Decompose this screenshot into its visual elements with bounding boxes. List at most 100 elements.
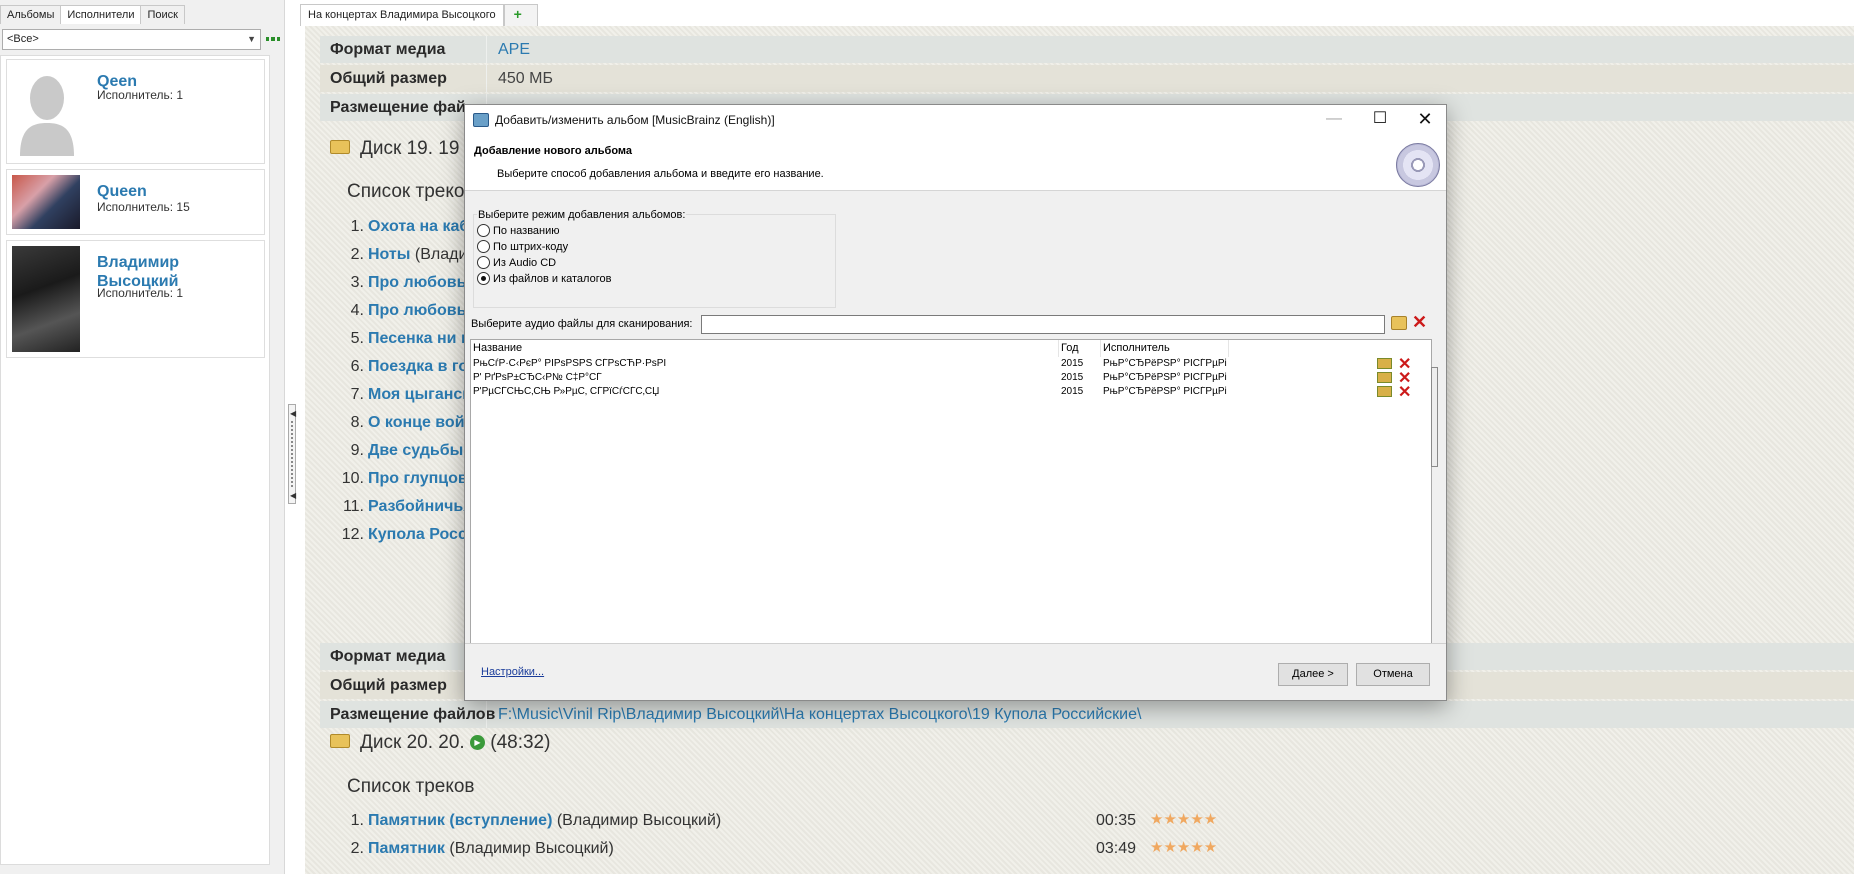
- play-icon[interactable]: ▶: [469, 735, 485, 751]
- prop-value[interactable]: APE: [498, 41, 530, 59]
- folder-icon: [330, 139, 350, 154]
- prop-row-location: Размещение файлов F:\Music\Vinil Rip\Вла…: [320, 701, 1854, 728]
- next-button[interactable]: Далее >: [1278, 663, 1348, 686]
- column-header-artist[interactable]: Исполнитель: [1101, 340, 1229, 357]
- track-title[interactable]: Про любовь: [368, 274, 466, 291]
- settings-link[interactable]: Настройки...: [481, 666, 544, 678]
- radio-from-files[interactable]: Из файлов и каталогов: [477, 272, 611, 285]
- track-number: 9.: [350, 442, 364, 459]
- prop-value[interactable]: F:\Music\Vinil Rip\Владимир Высоцкий\На …: [498, 706, 1141, 724]
- disc-title: Диск 19. 19: [360, 138, 460, 159]
- edit-icon[interactable]: [1377, 386, 1392, 397]
- rating-stars[interactable]: ★★★★★: [1150, 810, 1217, 828]
- folder-icon: [330, 733, 350, 748]
- track-title[interactable]: Ноты: [368, 246, 410, 263]
- track-title[interactable]: Памятник: [368, 840, 445, 857]
- delete-icon[interactable]: ✕: [1398, 382, 1411, 402]
- track-number: 6.: [350, 358, 364, 375]
- track-title[interactable]: О конце войн: [368, 414, 474, 431]
- track-title[interactable]: Охота на каб: [368, 218, 469, 235]
- file-table: Название Год Исполнитель РњСѓР·С‹РєР° РІ…: [470, 339, 1432, 644]
- file-row[interactable]: Р' РґРѕР±СЂС‹Р№ С‡Р°СЃ 2015 РњР°СЂРёРЅР° Р…: [471, 370, 1411, 387]
- track-title[interactable]: Памятник (вступление): [368, 812, 552, 829]
- artist-list: Qeen Исполнитель: 1 Queen Исполнитель: 1…: [0, 55, 270, 865]
- scrollbar[interactable]: [1431, 367, 1438, 467]
- edit-icon[interactable]: [1377, 358, 1392, 369]
- track-row[interactable]: 8. О конце войн: [340, 414, 475, 432]
- track-title[interactable]: Поездка в го: [368, 358, 468, 375]
- track-row[interactable]: 10. Про глупцов: [340, 470, 468, 488]
- track-row[interactable]: 2. Ноты (Влади: [340, 246, 468, 264]
- file-artist: РњР°СЂРёРЅР° РІСЃРµРіРґР°...: [1103, 372, 1227, 383]
- track-title[interactable]: Песенка ни п: [368, 330, 471, 347]
- track-duration: 00:35: [1096, 812, 1137, 829]
- radio-by-title[interactable]: По названию: [477, 224, 560, 237]
- radio-label: По названию: [493, 224, 560, 237]
- dialog-titlebar[interactable]: Добавить/изменить альбом [MusicBrainz (E…: [465, 105, 1446, 135]
- more-options-icon[interactable]: [266, 37, 280, 43]
- radio-audio-cd[interactable]: Из Audio CD: [477, 256, 556, 269]
- clear-icon[interactable]: ✕: [1412, 312, 1427, 332]
- track-title[interactable]: Про глупцов: [368, 470, 468, 487]
- singer-photo: [12, 246, 80, 352]
- file-row[interactable]: Р'РµСЃСЊС‚СЊ Р»РµС‚ СЃРїСѓСЃС‚СЏ 2015 РњР°…: [471, 382, 1411, 402]
- tab-artists[interactable]: Исполнители: [60, 5, 142, 24]
- add-tab-button[interactable]: +: [503, 4, 538, 26]
- prop-key: Общий размер: [330, 70, 447, 87]
- rating-stars[interactable]: ★★★★★: [1150, 838, 1217, 856]
- track-title[interactable]: Разбойничья: [368, 498, 473, 515]
- radio-by-barcode[interactable]: По штрих-коду: [477, 240, 568, 253]
- scan-path-input[interactable]: [701, 315, 1385, 334]
- artist-name: Queen: [97, 183, 147, 200]
- radio-label: Из файлов и каталогов: [493, 272, 612, 285]
- track-row[interactable]: 11. Разбойничья: [340, 498, 473, 516]
- track-number: 12.: [341, 526, 364, 543]
- track-number: 4.: [350, 302, 364, 319]
- track-row[interactable]: 4. Про любовь: [340, 302, 467, 320]
- maximize-button[interactable]: ☐: [1357, 105, 1403, 135]
- avatar-placeholder: [12, 68, 82, 156]
- tracklist-title: Список треков: [347, 776, 475, 797]
- track-row[interactable]: 2. Памятник (Владимир Высоцкий): [340, 840, 614, 858]
- track-title[interactable]: Купола Росс: [368, 526, 467, 543]
- browse-folder-icon[interactable]: [1391, 316, 1407, 330]
- tab-search[interactable]: Поиск: [140, 5, 185, 24]
- column-header-name[interactable]: Название: [471, 340, 1059, 357]
- prop-key: Формат медиа: [330, 648, 446, 665]
- artist-filter-select[interactable]: <Все> ▼: [2, 29, 261, 50]
- track-row[interactable]: 1. Памятник (вступление) (Владимир Высоцк…: [340, 812, 722, 830]
- track-title[interactable]: Про любовь: [368, 302, 466, 319]
- cancel-button[interactable]: Отмена: [1356, 663, 1430, 686]
- artist-card-queen[interactable]: Queen Исполнитель: 15: [6, 169, 265, 235]
- minimize-button[interactable]: —: [1311, 105, 1357, 135]
- track-title[interactable]: Две судьбы: [368, 442, 463, 459]
- track-row[interactable]: 9. Две судьбы: [340, 442, 464, 460]
- app-icon: [473, 113, 489, 127]
- tab-album[interactable]: На концертах Владимира Высоцкого: [300, 4, 504, 26]
- radio-label: По штрих-коду: [493, 240, 569, 253]
- header-subtitle: Выберите способ добавления альбома и вве…: [497, 168, 824, 180]
- chevron-down-icon: ▼: [247, 34, 256, 44]
- artist-card-vysotsky[interactable]: Владимир Высоцкий Исполнитель: 1: [6, 240, 265, 358]
- track-row[interactable]: 7. Моя цыганск: [340, 386, 471, 404]
- tab-albums[interactable]: Альбомы: [0, 5, 62, 24]
- prop-key: Размещение файлов: [330, 706, 496, 723]
- disc-heading: Диск 19. 19: [330, 138, 459, 160]
- artist-card-qeen[interactable]: Qeen Исполнитель: 1: [6, 59, 265, 164]
- track-row[interactable]: 5. Песенка ни п: [340, 330, 471, 348]
- track-row[interactable]: 6. Поездка в го: [340, 358, 468, 376]
- track-row[interactable]: 12. Купола Росс: [340, 526, 467, 544]
- track-number: 2.: [350, 840, 364, 857]
- prop-value: 450 МБ: [498, 70, 553, 87]
- file-row[interactable]: РњСѓР·С‹РєР° РІРѕРЅРЅ СЃРѕСЋР·РѕРІ 2015 Рњ…: [471, 356, 1411, 373]
- radio-label: Из Audio CD: [493, 256, 557, 269]
- panel-splitter[interactable]: ◀ ◀: [288, 404, 296, 504]
- edit-icon[interactable]: [1377, 372, 1392, 383]
- document-tabs: На концертах Владимира Высоцкого +: [300, 4, 538, 26]
- track-title[interactable]: Моя цыганск: [368, 386, 470, 403]
- column-header-year[interactable]: Год: [1059, 340, 1101, 357]
- track-number: 2.: [350, 246, 364, 263]
- track-row[interactable]: 1. Охота на каб: [340, 218, 470, 236]
- close-button[interactable]: ✕: [1402, 105, 1448, 135]
- track-row[interactable]: 3. Про любовь: [340, 274, 467, 292]
